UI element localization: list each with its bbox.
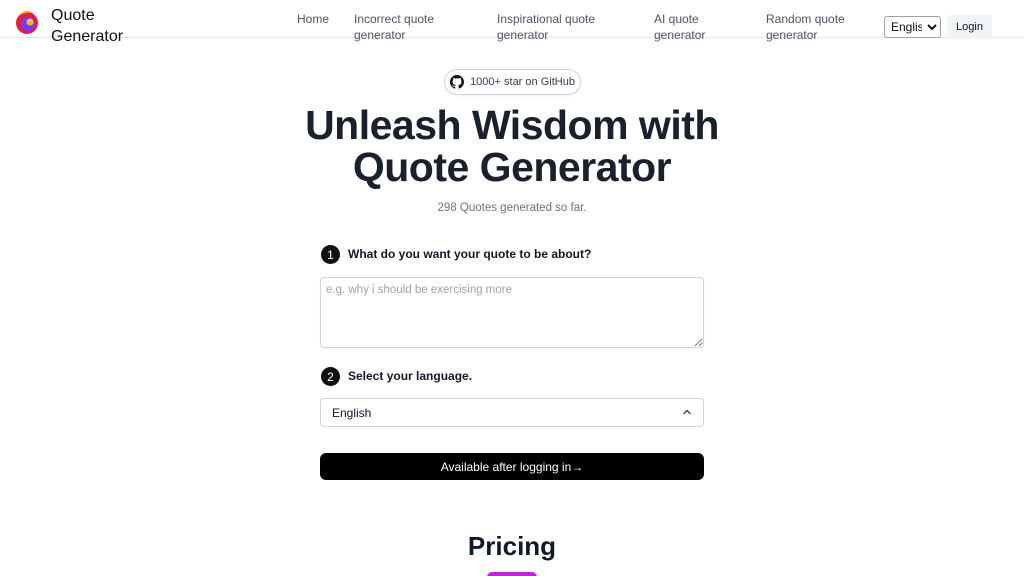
logo-icon xyxy=(16,11,38,34)
header-language-select[interactable]: English xyxy=(884,16,941,38)
top-nav-bar: Quote Generator Home Incorrect quote gen… xyxy=(0,0,1024,45)
nav-link-random-quote[interactable]: Random quote generator xyxy=(766,11,845,43)
nav-link-random-line1: Random quote xyxy=(766,12,845,26)
brand-name-line2: Generator xyxy=(51,28,124,45)
nav-link-random-line2: generator xyxy=(766,28,818,42)
github-icon xyxy=(450,75,465,89)
nav-link-incorrect-line1: Incorrect quote xyxy=(354,12,435,26)
nav-link-home-label: Home xyxy=(297,12,330,26)
language-dropdown-value: English xyxy=(332,405,372,420)
step-2-label: Select your language. xyxy=(348,369,473,383)
nav-link-inspirational-line2: generator xyxy=(497,28,549,42)
hero-title-line1: Unleash Wisdom with xyxy=(305,102,719,148)
step-2-number: 2 xyxy=(321,367,340,386)
brand-name-line1: Quote xyxy=(51,7,95,24)
quotes-counter: 298 Quotes generated so far. xyxy=(437,202,587,214)
login-button[interactable]: Login xyxy=(947,15,992,39)
brand-name: Quote Generator xyxy=(51,5,123,47)
nav-link-ai-line1: AI quote xyxy=(654,12,699,26)
github-badge-label: 1000+ star on GitHub xyxy=(470,76,575,88)
nav-link-incorrect-quote[interactable]: Incorrect quote generator xyxy=(354,11,434,43)
generate-button-label: Available after logging in→ xyxy=(440,459,584,474)
nav-link-ai-line2: generator xyxy=(654,28,706,42)
step-1-label: What do you want your quote to be about? xyxy=(348,247,592,261)
github-star-badge[interactable]: 1000+ star on GitHub xyxy=(444,69,581,95)
hero-title-line2: Quote Generator xyxy=(352,144,672,190)
hero-title: Unleash Wisdom with Quote Generator xyxy=(0,104,1024,188)
nav-link-home[interactable]: Home xyxy=(297,11,329,27)
nav-link-inspirational-quote[interactable]: Inspirational quote generator xyxy=(497,11,595,43)
chevron-up-icon xyxy=(683,409,691,415)
nav-link-incorrect-line2: generator xyxy=(354,28,406,42)
brand[interactable]: Quote Generator xyxy=(14,5,123,47)
language-dropdown[interactable]: English xyxy=(320,398,704,427)
generate-button[interactable]: Available after logging in→ xyxy=(320,453,704,480)
step-1-number: 1 xyxy=(321,245,340,264)
nav-link-ai-quote[interactable]: AI quote generator xyxy=(654,11,705,43)
nav-link-inspirational-line1: Inspirational quote xyxy=(497,12,596,26)
pricing-tab-pill[interactable] xyxy=(487,572,537,576)
quote-topic-input[interactable] xyxy=(320,277,704,348)
pricing-title: Pricing xyxy=(467,531,557,561)
